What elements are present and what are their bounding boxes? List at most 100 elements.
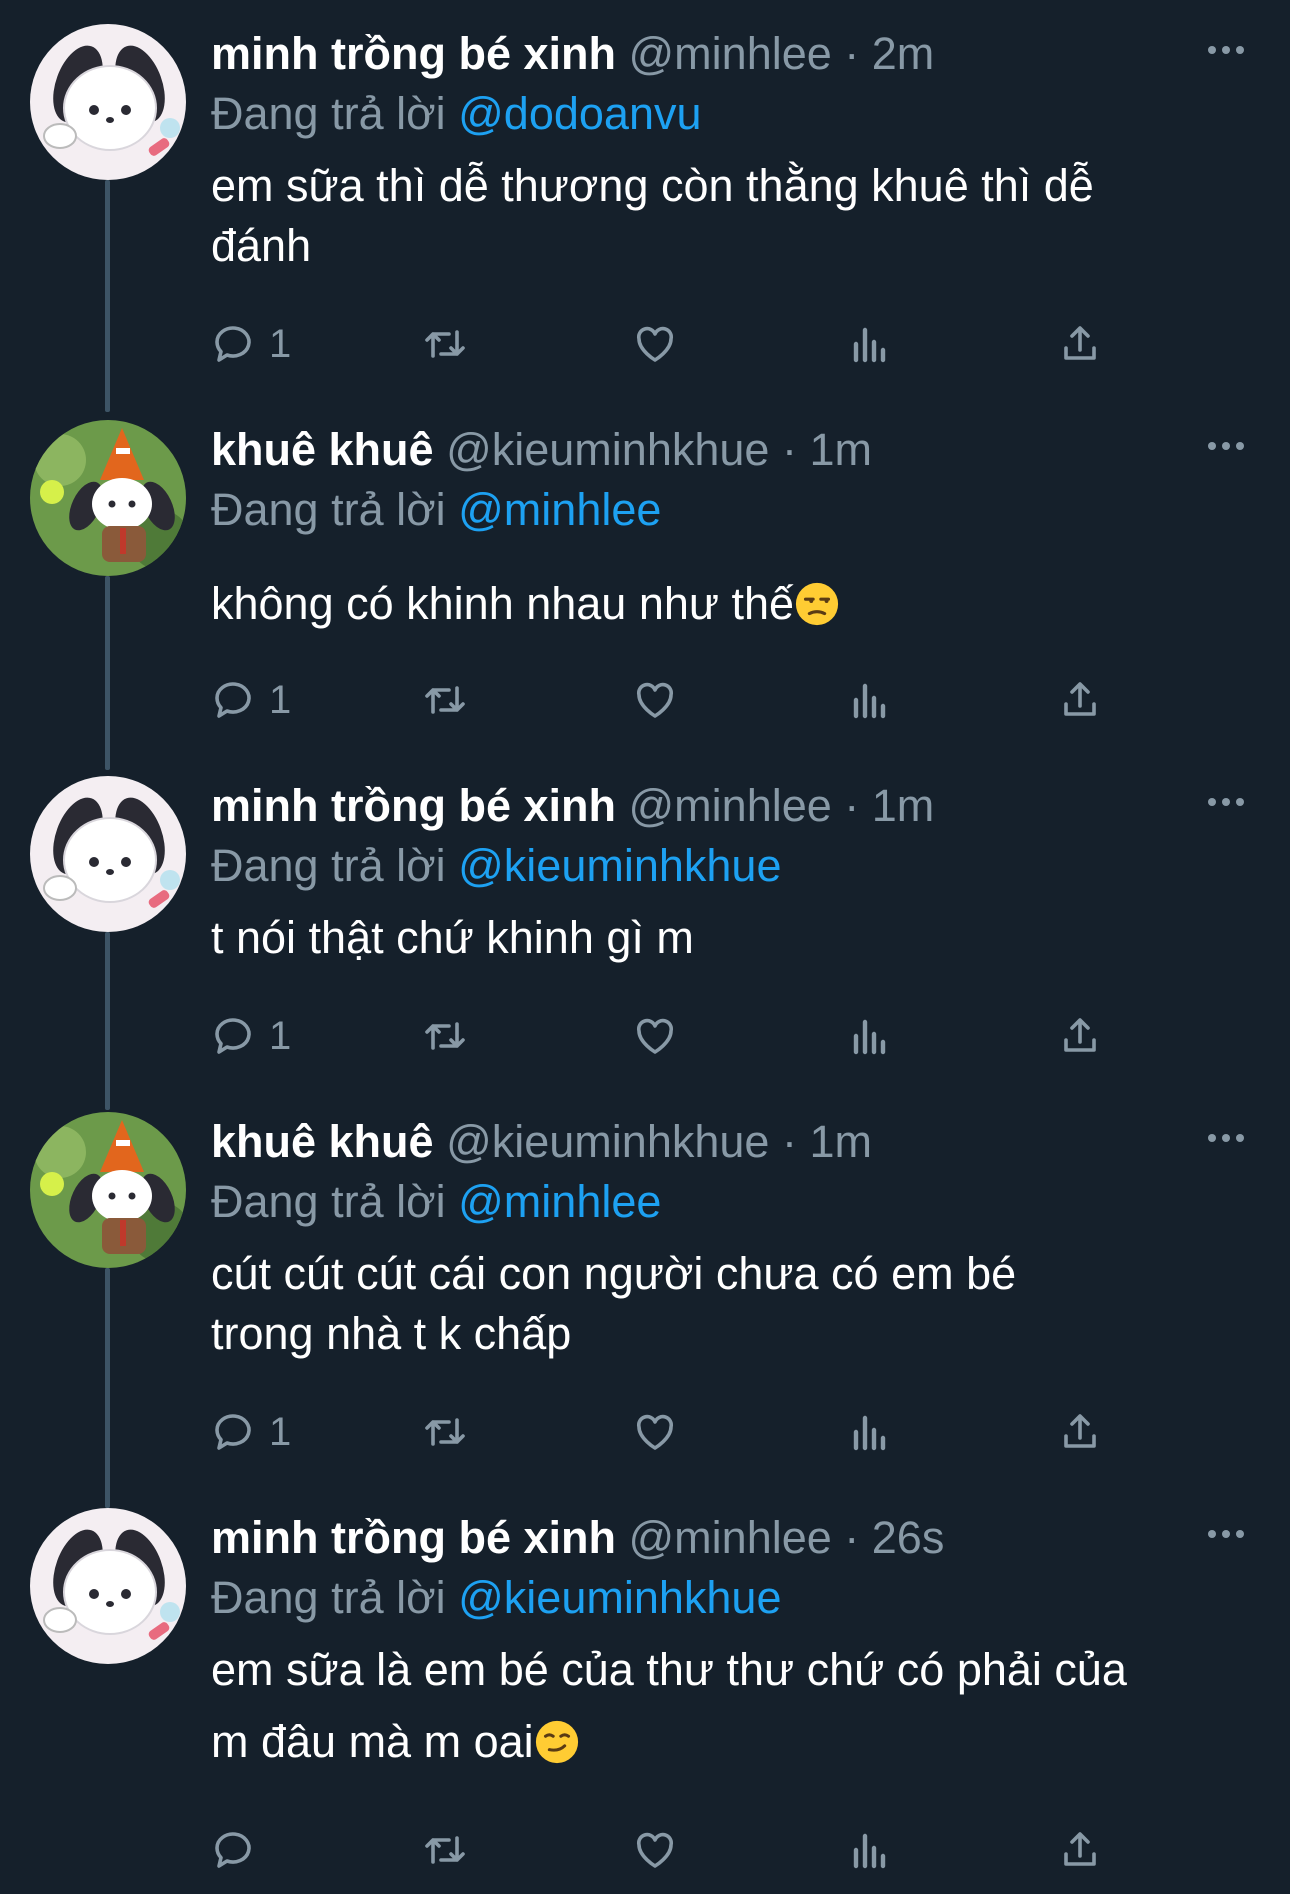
- share-icon: [1064, 1414, 1096, 1448]
- pochacco-traffic-cone-avatar: [30, 420, 186, 576]
- share-button[interactable]: [1056, 670, 1104, 730]
- like-button[interactable]: [631, 670, 679, 730]
- reply-button[interactable]: 1: [211, 1006, 291, 1066]
- user-handle[interactable]: @kieuminhkhue: [446, 424, 769, 475]
- reply-count: 1: [269, 677, 292, 722]
- user-handle[interactable]: @minhlee: [629, 1512, 832, 1563]
- share-button[interactable]: [1056, 314, 1104, 374]
- display-name[interactable]: khuê khuê: [211, 1116, 434, 1167]
- tweet-actions: [211, 1820, 1131, 1880]
- tweet-text: em sữa thì dễ thương còn thằng khuê thì …: [211, 156, 1250, 276]
- share-icon: [1064, 326, 1096, 360]
- thread-line: [105, 180, 110, 412]
- reply-count: 1: [269, 1013, 292, 1058]
- display-name[interactable]: minh trồng bé xinh: [211, 780, 616, 831]
- share-button[interactable]: [1056, 1820, 1104, 1880]
- like-button[interactable]: [631, 314, 679, 374]
- analytics-button[interactable]: [846, 314, 894, 374]
- mention-link[interactable]: @minhlee: [458, 1176, 661, 1227]
- tweet-text-line: trong nhà t k chấp: [211, 1308, 572, 1359]
- analytics-button[interactable]: [846, 1402, 894, 1462]
- display-name[interactable]: minh trồng bé xinh: [211, 1512, 616, 1563]
- like-button[interactable]: [631, 1402, 679, 1462]
- retweet-icon: [425, 1022, 465, 1050]
- tweet-text-line: đánh: [211, 220, 312, 271]
- tweet-text: em sữa là em bé của thư thư chứ có phải …: [211, 1634, 1250, 1778]
- display-name[interactable]: minh trồng bé xinh: [211, 28, 616, 79]
- pochacco-traffic-cone-avatar: [30, 1112, 186, 1268]
- tweet-text-line: không có khinh nhau như thế: [211, 578, 795, 629]
- tweet-text: cút cút cút cái con người chưa có em bé …: [211, 1244, 1250, 1364]
- timestamp[interactable]: · 26s: [844, 1512, 944, 1563]
- reply-count: 1: [269, 1409, 292, 1454]
- display-name[interactable]: khuê khuê: [211, 424, 434, 475]
- share-icon: [1064, 682, 1096, 716]
- analytics-button[interactable]: [846, 1006, 894, 1066]
- tweet-text-line: t nói thật chứ khinh gì m: [211, 912, 694, 963]
- tweet-text: t nói thật chứ khinh gì m: [211, 908, 1250, 968]
- analytics-button[interactable]: [846, 1820, 894, 1880]
- replying-to-label: Đang trả lời: [211, 840, 446, 891]
- retweet-icon: [425, 1418, 465, 1446]
- reply-icon: [215, 326, 251, 362]
- heart-icon: [636, 1414, 674, 1450]
- tweet-text-line: em sữa là em bé của thư thư chứ có phải …: [211, 1644, 1127, 1695]
- retweet-button[interactable]: [421, 670, 469, 730]
- analytics-icon: [853, 327, 886, 363]
- tweet-actions: 1: [211, 670, 1131, 730]
- avatar[interactable]: [30, 1112, 186, 1268]
- replying-to-label: Đang trả lời: [211, 1572, 446, 1623]
- tweet-text-line: cút cút cút cái con người chưa có em bé: [211, 1248, 1017, 1299]
- share-icon: [1064, 1018, 1096, 1052]
- reply-count: 1: [269, 321, 292, 366]
- user-handle[interactable]: @minhlee: [629, 28, 832, 79]
- retweet-button[interactable]: [421, 314, 469, 374]
- analytics-icon: [853, 1019, 886, 1055]
- heart-icon: [636, 1018, 674, 1054]
- tweet-text-line: em sữa thì dễ thương còn thằng khuê thì …: [211, 160, 1094, 211]
- retweet-button[interactable]: [421, 1820, 469, 1880]
- share-button[interactable]: [1056, 1006, 1104, 1066]
- timestamp[interactable]: · 2m: [844, 28, 934, 79]
- timestamp[interactable]: · 1m: [782, 424, 872, 475]
- thread-line: [105, 1268, 110, 1508]
- reply-button[interactable]: [211, 1820, 269, 1880]
- retweet-button[interactable]: [421, 1006, 469, 1066]
- heart-icon: [636, 326, 674, 362]
- reply-icon: [215, 1832, 251, 1868]
- pochacco-avatar: [30, 776, 186, 932]
- analytics-button[interactable]: [846, 670, 894, 730]
- retweet-icon: [425, 1836, 465, 1864]
- like-button[interactable]: [631, 1006, 679, 1066]
- reply-icon: [215, 1414, 251, 1450]
- share-icon: [1064, 1832, 1096, 1866]
- mention-link[interactable]: @dodoanvu: [458, 88, 701, 139]
- reply-button[interactable]: 1: [211, 314, 291, 374]
- timestamp[interactable]: · 1m: [844, 780, 934, 831]
- timestamp[interactable]: · 1m: [782, 1116, 872, 1167]
- heart-icon: [636, 1832, 674, 1868]
- thread-line: [105, 576, 110, 770]
- user-handle[interactable]: @kieuminhkhue: [446, 1116, 769, 1167]
- user-handle[interactable]: @minhlee: [629, 780, 832, 831]
- share-button[interactable]: [1056, 1402, 1104, 1462]
- tweet-text-line: m đâu mà m oai: [211, 1716, 534, 1767]
- heart-icon: [636, 682, 674, 718]
- avatar[interactable]: [30, 24, 186, 180]
- avatar[interactable]: [30, 420, 186, 576]
- retweet-icon: [425, 330, 465, 358]
- mention-link[interactable]: @minhlee: [458, 484, 661, 535]
- retweet-icon: [425, 686, 465, 714]
- analytics-icon: [853, 683, 886, 719]
- retweet-button[interactable]: [421, 1402, 469, 1462]
- avatar[interactable]: [30, 1508, 186, 1664]
- mention-link[interactable]: @kieuminhkhue: [458, 840, 781, 891]
- tweet-actions: 1: [211, 314, 1131, 374]
- like-button[interactable]: [631, 1820, 679, 1880]
- reply-button[interactable]: 1: [211, 670, 291, 730]
- smirking-face-emoji: [535, 1720, 578, 1764]
- avatar[interactable]: [30, 776, 186, 932]
- unamused-face-emoji: [795, 582, 839, 626]
- reply-button[interactable]: 1: [211, 1402, 291, 1462]
- mention-link[interactable]: @kieuminhkhue: [458, 1572, 781, 1623]
